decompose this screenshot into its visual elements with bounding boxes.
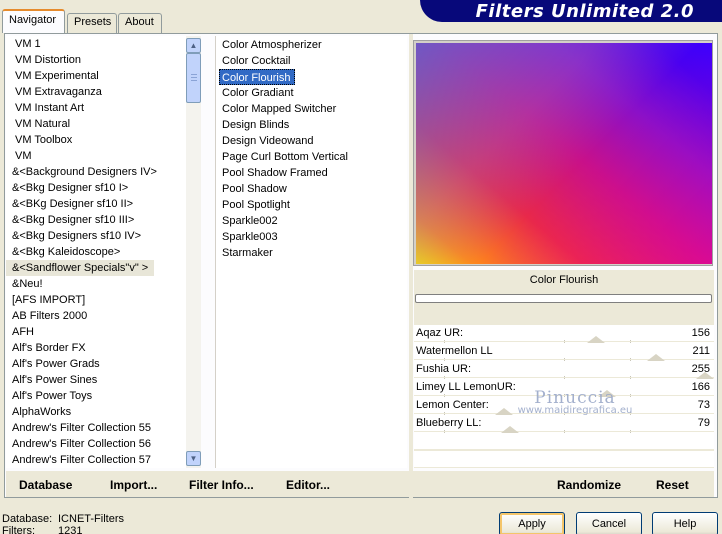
tab-about[interactable]: About: [118, 13, 162, 33]
category-item[interactable]: Andrew's Filter Collection 57: [6, 452, 186, 468]
filter-item[interactable]: Design Videowand: [216, 133, 407, 149]
param-label: Limey LL LemonUR:: [416, 381, 516, 393]
editor-button[interactable]: Editor...: [286, 478, 330, 492]
category-item[interactable]: AB Filters 2000: [6, 308, 186, 324]
category-item[interactable]: Alf's Power Sines: [6, 372, 186, 388]
category-item[interactable]: Andrew's Filter Collection 56: [6, 436, 186, 452]
param-value: 73: [697, 399, 710, 411]
category-item[interactable]: VM: [6, 148, 186, 164]
scroll-thumb[interactable]: [186, 53, 201, 103]
param-label: Fushia UR:: [416, 363, 472, 375]
filter-item[interactable]: Color Gradiant: [216, 85, 407, 101]
progress-bar: [415, 294, 712, 303]
param-slider[interactable]: Fushia UR: 255: [414, 361, 714, 379]
param-value: 211: [692, 345, 710, 357]
empty-param-slot: [414, 451, 714, 467]
filter-item[interactable]: Color Mapped Switcher: [216, 101, 407, 117]
filter-item[interactable]: Color Atmospherizer: [216, 37, 407, 53]
preview-gradient-overlay: [416, 43, 712, 264]
status-filters-label: Filters:: [2, 525, 35, 534]
param-label: Aqaz UR:: [416, 327, 464, 339]
watermark-url: www.maidiregrafica.eu: [517, 405, 633, 416]
randomize-button[interactable]: Randomize: [557, 478, 621, 492]
param-value: 156: [691, 327, 710, 339]
status-filters-value: 1231: [58, 525, 83, 534]
header-banner: Filters Unlimited 2.0: [420, 0, 722, 22]
param-label: Watermellon LL: [416, 345, 493, 357]
filter-item[interactable]: Color Flourish: [219, 69, 296, 85]
category-item[interactable]: VM Natural: [6, 116, 186, 132]
database-button[interactable]: Database: [19, 478, 72, 492]
category-item[interactable]: Alf's Power Toys: [6, 388, 186, 404]
import-button[interactable]: Import...: [110, 478, 157, 492]
category-scrollbar[interactable]: ▲ ▼: [186, 36, 201, 468]
category-item[interactable]: VM Experimental: [6, 68, 186, 84]
param-value: 79: [697, 417, 710, 429]
category-item[interactable]: Alf's Power Grads: [6, 356, 186, 372]
status-filters: Filters: 1231: [2, 525, 82, 534]
status-database-label: Database:: [2, 513, 53, 525]
param-thumb[interactable]: [647, 354, 665, 361]
param-thumb[interactable]: [501, 426, 519, 433]
category-item[interactable]: &<BKg Designer sf10 II>: [6, 196, 186, 212]
category-item[interactable]: VM Toolbox: [6, 132, 186, 148]
param-slider[interactable]: Watermellon LL 211: [414, 343, 714, 361]
category-item[interactable]: VM 1: [6, 36, 186, 52]
param-track: [414, 431, 714, 432]
reset-button[interactable]: Reset: [656, 478, 689, 492]
filter-list[interactable]: Color Atmospherizer Color Cocktail Color F…: [215, 36, 407, 468]
param-slider[interactable]: Aqaz UR: 156: [414, 325, 714, 343]
apply-button[interactable]: Apply: [499, 512, 565, 534]
filter-item[interactable]: Pool Shadow: [216, 181, 407, 197]
category-item[interactable]: &<Bkg Kaleidoscope>: [6, 244, 186, 260]
category-item[interactable]: &<Bkg Designer sf10 III>: [6, 212, 186, 228]
category-item[interactable]: &Neu!: [6, 276, 186, 292]
filter-item[interactable]: Page Curl Bottom Vertical: [216, 149, 407, 165]
param-track: [414, 359, 714, 360]
category-item[interactable]: &<Sandflower Specials"v" >: [6, 260, 155, 276]
app-title: Filters Unlimited 2.0: [475, 1, 694, 22]
param-value: 255: [691, 363, 710, 375]
filter-item[interactable]: Sparkle002: [216, 213, 407, 229]
preview-image: [416, 43, 712, 264]
filter-item[interactable]: Sparkle003: [216, 229, 407, 245]
cancel-button[interactable]: Cancel: [576, 512, 642, 534]
filter-item[interactable]: Pool Spotlight: [216, 197, 407, 213]
category-item[interactable]: VM Extravaganza: [6, 84, 186, 100]
category-item[interactable]: [AFS IMPORT]: [6, 292, 186, 308]
param-label: Blueberry LL:: [416, 417, 482, 429]
param-track: [414, 377, 714, 378]
filter-item[interactable]: Color Cocktail: [216, 53, 407, 69]
filter-item[interactable]: Starmaker: [216, 245, 407, 261]
tab-navigator[interactable]: Navigator: [2, 9, 65, 33]
current-filter-name: Color Flourish: [529, 274, 599, 286]
category-list[interactable]: VM 1 VM Distortion VM Experimental VM Extra…: [6, 36, 186, 468]
param-value: 166: [691, 381, 710, 393]
filter-info-button[interactable]: Filter Info...: [189, 478, 254, 492]
category-item[interactable]: AlphaWorks: [6, 404, 186, 420]
help-button[interactable]: Help: [652, 512, 718, 534]
scroll-up-button[interactable]: ▲: [186, 38, 201, 53]
param-track: [414, 341, 714, 342]
empty-param-slot: [414, 433, 714, 449]
category-item[interactable]: Alf's Border FX: [6, 340, 186, 356]
category-item[interactable]: &<Background Designers IV>: [6, 164, 186, 180]
filter-item[interactable]: Pool Shadow Framed: [216, 165, 407, 181]
param-label: Lemon Center:: [416, 399, 489, 411]
status-database: Database: ICNET-Filters: [2, 513, 124, 525]
scroll-down-button[interactable]: ▼: [186, 451, 201, 466]
category-item[interactable]: VM Instant Art: [6, 100, 186, 116]
watermark: Pinuccia www.maidiregrafica.eu: [510, 388, 640, 416]
category-item[interactable]: Andrew's Filter Collection 55: [6, 420, 186, 436]
category-item[interactable]: &<Bkg Designers sf10 IV>: [6, 228, 186, 244]
status-database-value: ICNET-Filters: [58, 513, 124, 525]
param-slider[interactable]: Blueberry LL: 79: [414, 415, 714, 433]
category-item[interactable]: &<Bkg Designer sf10 I>: [6, 180, 186, 196]
category-item[interactable]: AFH: [6, 324, 186, 340]
filter-item[interactable]: Design Blinds: [216, 117, 407, 133]
tab-presets[interactable]: Presets: [67, 13, 117, 33]
category-item[interactable]: VM Distortion: [6, 52, 186, 68]
param-thumb[interactable]: [587, 336, 605, 343]
